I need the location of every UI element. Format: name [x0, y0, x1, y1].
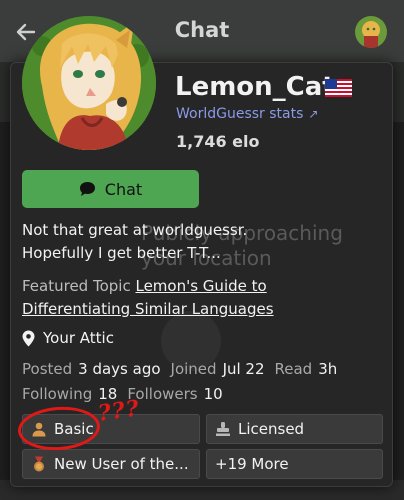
more-badges-button[interactable]: +19 More	[206, 449, 383, 479]
worldguessr-stats-link[interactable]: WorldGuessr stats ↗	[176, 106, 318, 122]
profile-avatar[interactable]	[22, 16, 156, 150]
elo-rating: 1,746 elo	[176, 132, 260, 151]
stats-link-label: WorldGuessr stats	[176, 106, 304, 122]
us-flag-icon	[325, 79, 352, 97]
username: Lemon_Cat	[175, 72, 335, 102]
joined-value: Jul 22	[222, 360, 265, 378]
profile-bio: Not that great at worldguessr. Hopefully…	[22, 221, 248, 262]
stamp-icon	[216, 422, 230, 436]
badge-new-user-label: New User of the...	[54, 455, 189, 473]
read-value: 3h	[318, 360, 338, 378]
posted-value: 3 days ago	[78, 360, 161, 378]
badge-licensed-label: Licensed	[238, 420, 305, 438]
chat-button[interactable]: Chat	[22, 170, 199, 208]
chat-button-label: Chat	[104, 179, 143, 199]
featured-topic-label: Featured Topic	[22, 277, 131, 295]
arrow-up-right-icon: ↗	[308, 107, 319, 121]
medal-icon	[34, 456, 44, 472]
location-label: Your Attic	[43, 329, 114, 347]
activity-stats: Posted 3 days ago Joined Jul 22 Read 3h	[22, 360, 338, 378]
speech-bubble-icon	[79, 182, 95, 196]
featured-topic: Featured Topic Lemon's Guide to Differen…	[22, 275, 372, 321]
more-badges-label: +19 More	[215, 455, 289, 473]
map-pin-icon	[22, 330, 35, 346]
badge-new-user[interactable]: New User of the...	[22, 449, 200, 479]
badge-licensed[interactable]: Licensed	[206, 414, 383, 444]
followers-count[interactable]: 10	[204, 385, 223, 403]
profile-location: Your Attic	[22, 329, 114, 347]
current-user-avatar[interactable]	[355, 16, 387, 48]
